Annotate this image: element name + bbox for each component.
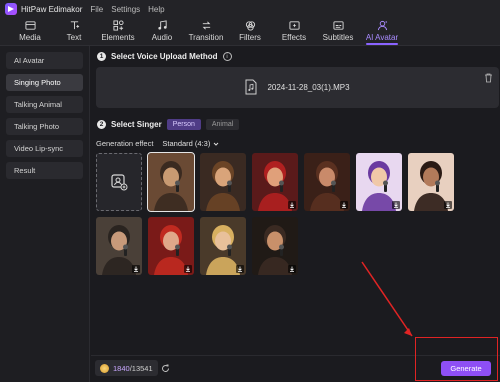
uploaded-file-name: 2024-11-28_03(1).MP3 [267,83,350,92]
tab-label: Media [19,33,41,42]
tab-label: AI Avatar [365,33,399,42]
credits-total: /13541 [129,363,153,373]
singer-card[interactable] [148,217,194,275]
chevron-down-icon [214,142,219,146]
audio-icon [157,20,167,30]
download-icon[interactable] [288,265,296,273]
step1-header: 1 Select Voice Upload Method i [97,52,232,61]
singer-card[interactable] [304,153,350,211]
media-icon [24,21,36,30]
main-panel: 1 Select Voice Upload Method i 2024-11-2… [91,46,500,382]
download-icon[interactable] [288,201,296,209]
app-title: HitPaw Edimakor [21,4,83,14]
tab-label: Effects [281,33,307,42]
add-photo-icon [111,174,128,191]
step1-title: Select Voice Upload Method [111,52,218,61]
singer-card[interactable] [252,217,298,275]
credits-display: 1840/13541 [95,360,158,376]
sidebar: AI Avatar Singing Photo Talking Animal T… [0,46,90,382]
tab-label: Text [66,33,82,42]
chip-person[interactable]: Person [166,119,201,130]
title-bar: HitPaw Edimakor File Settings Help [0,0,500,18]
tab-text[interactable]: Text [52,17,96,45]
info-icon[interactable]: i [222,52,232,61]
singer-card[interactable] [96,217,142,275]
sidebar-item-singing-photo[interactable]: Singing Photo [6,74,83,91]
menu-settings[interactable]: Settings [111,5,140,14]
download-icon[interactable] [444,201,452,209]
add-singer-button[interactable] [96,153,142,211]
chip-animal[interactable]: Animal [205,119,240,130]
download-icon[interactable] [340,201,348,209]
main-toolbar: Media Text Elements Audio Transition Fil… [0,18,500,46]
singer-portrait [148,153,194,211]
step1-number: 1 [97,52,106,61]
ai-avatar-icon [377,20,387,31]
coin-icon [100,363,109,373]
filters-icon [245,21,255,31]
transition-icon [202,21,210,30]
tab-transition[interactable]: Transition [184,17,228,45]
generation-effect-row: Generation effect Standard (4:3) [96,138,222,149]
tab-filters[interactable]: Filters [228,17,272,45]
tab-audio[interactable]: Audio [140,17,184,45]
annotation-highlight-box [415,337,498,381]
singer-card[interactable] [408,153,454,211]
refresh-icon[interactable] [161,364,170,373]
text-icon [70,21,79,30]
generation-effect-value: Standard (4:3) [162,139,211,148]
download-icon[interactable] [236,265,244,273]
generation-effect-label: Generation effect [96,139,154,148]
credits-used: 1840 [113,363,130,373]
voice-upload-box[interactable]: 2024-11-28_03(1).MP3 [96,67,499,108]
sidebar-item-result[interactable]: Result [6,162,83,179]
step2-header: 2 Select Singer Person Animal [97,119,240,130]
tab-elements[interactable]: Elements [96,17,140,45]
tab-media[interactable]: Media [8,17,52,45]
sidebar-item-video-lip-sync[interactable]: Video Lip-sync [6,140,83,157]
sidebar-item-talking-animal[interactable]: Talking Animal [6,96,83,113]
singer-card[interactable] [200,153,246,211]
tab-effects[interactable]: Effects [272,17,316,45]
singer-card[interactable] [252,153,298,211]
sidebar-item-talking-photo[interactable]: Talking Photo [6,118,83,135]
download-icon[interactable] [184,265,192,273]
subtitles-icon [332,21,344,30]
tab-label: Elements [101,33,135,42]
tab-label: Transition [188,33,224,42]
singer-portrait [200,153,246,211]
tab-label: Subtitles [322,33,354,42]
menu-help[interactable]: Help [148,5,164,14]
step2-title: Select Singer [111,120,162,129]
elements-icon [112,20,124,31]
step2-number: 2 [97,120,106,129]
menu-file[interactable]: File [90,5,103,14]
download-icon[interactable] [392,201,400,209]
delete-icon[interactable] [484,73,493,83]
singer-card[interactable] [356,153,402,211]
download-icon[interactable] [132,265,140,273]
app-logo-icon [5,3,17,15]
singer-card[interactable] [147,152,195,212]
audio-file-icon [245,79,257,97]
sidebar-item-ai-avatar[interactable]: AI Avatar [6,52,83,69]
effects-icon [288,21,300,30]
generation-effect-select[interactable]: Standard (4:3) [159,138,222,149]
tab-label: Filters [239,33,261,42]
tab-subtitles[interactable]: Subtitles [316,17,360,45]
singer-card[interactable] [200,217,246,275]
tab-label: Audio [151,33,173,42]
tab-ai-avatar[interactable]: AI Avatar [360,17,404,45]
